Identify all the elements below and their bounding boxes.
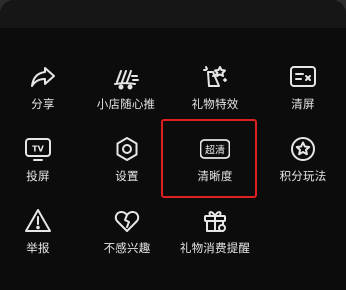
report-label: 举报	[26, 241, 50, 255]
gift-effect-button[interactable]: 礼物特效	[172, 62, 258, 122]
clear-screen-label: 清屏	[291, 97, 315, 111]
promote-button[interactable]: 小店随心推	[83, 62, 169, 122]
definition-icon: 超清	[200, 134, 230, 164]
points-icon	[288, 134, 318, 164]
gift-reminder-icon	[200, 206, 230, 236]
gift-reminder-label: 礼物消费提醒	[179, 241, 251, 255]
panel-top-bar	[0, 0, 346, 28]
report-icon	[23, 206, 53, 236]
not-interested-label: 不感兴趣	[103, 241, 151, 255]
clear-screen-button[interactable]: 清屏	[260, 62, 346, 122]
gift-effect-icon	[200, 62, 230, 92]
more-options-panel: 分享 小店随心推 礼物特效 清屏 TV 投屏 设置 超清 清晰度 积分玩法 举报…	[0, 0, 346, 290]
cast-label: 投屏	[26, 169, 50, 183]
not-interested-icon	[112, 206, 142, 236]
settings-label: 设置	[115, 169, 139, 183]
share-label: 分享	[31, 97, 55, 111]
points-label: 积分玩法	[279, 169, 327, 183]
promote-label: 小店随心推	[96, 97, 156, 111]
cast-tv-icon: TV	[23, 134, 53, 164]
cast-button[interactable]: TV 投屏	[0, 134, 81, 194]
cast-tv-text: TV	[32, 145, 44, 154]
settings-button[interactable]: 设置	[84, 134, 170, 194]
points-button[interactable]: 积分玩法	[260, 134, 346, 194]
clear-screen-icon	[288, 62, 318, 92]
not-interested-button[interactable]: 不感兴趣	[84, 206, 170, 266]
definition-label: 清晰度	[197, 169, 233, 183]
share-button[interactable]: 分享	[0, 62, 86, 122]
report-button[interactable]: 举报	[0, 206, 81, 266]
definition-button[interactable]: 超清 清晰度	[172, 134, 258, 194]
share-icon	[28, 62, 58, 92]
definition-badge-text: 超清	[205, 144, 225, 157]
settings-icon	[112, 134, 142, 164]
gift-reminder-button[interactable]: 礼物消费提醒	[172, 206, 258, 266]
gift-effect-label: 礼物特效	[191, 97, 239, 111]
promote-icon	[111, 62, 141, 92]
